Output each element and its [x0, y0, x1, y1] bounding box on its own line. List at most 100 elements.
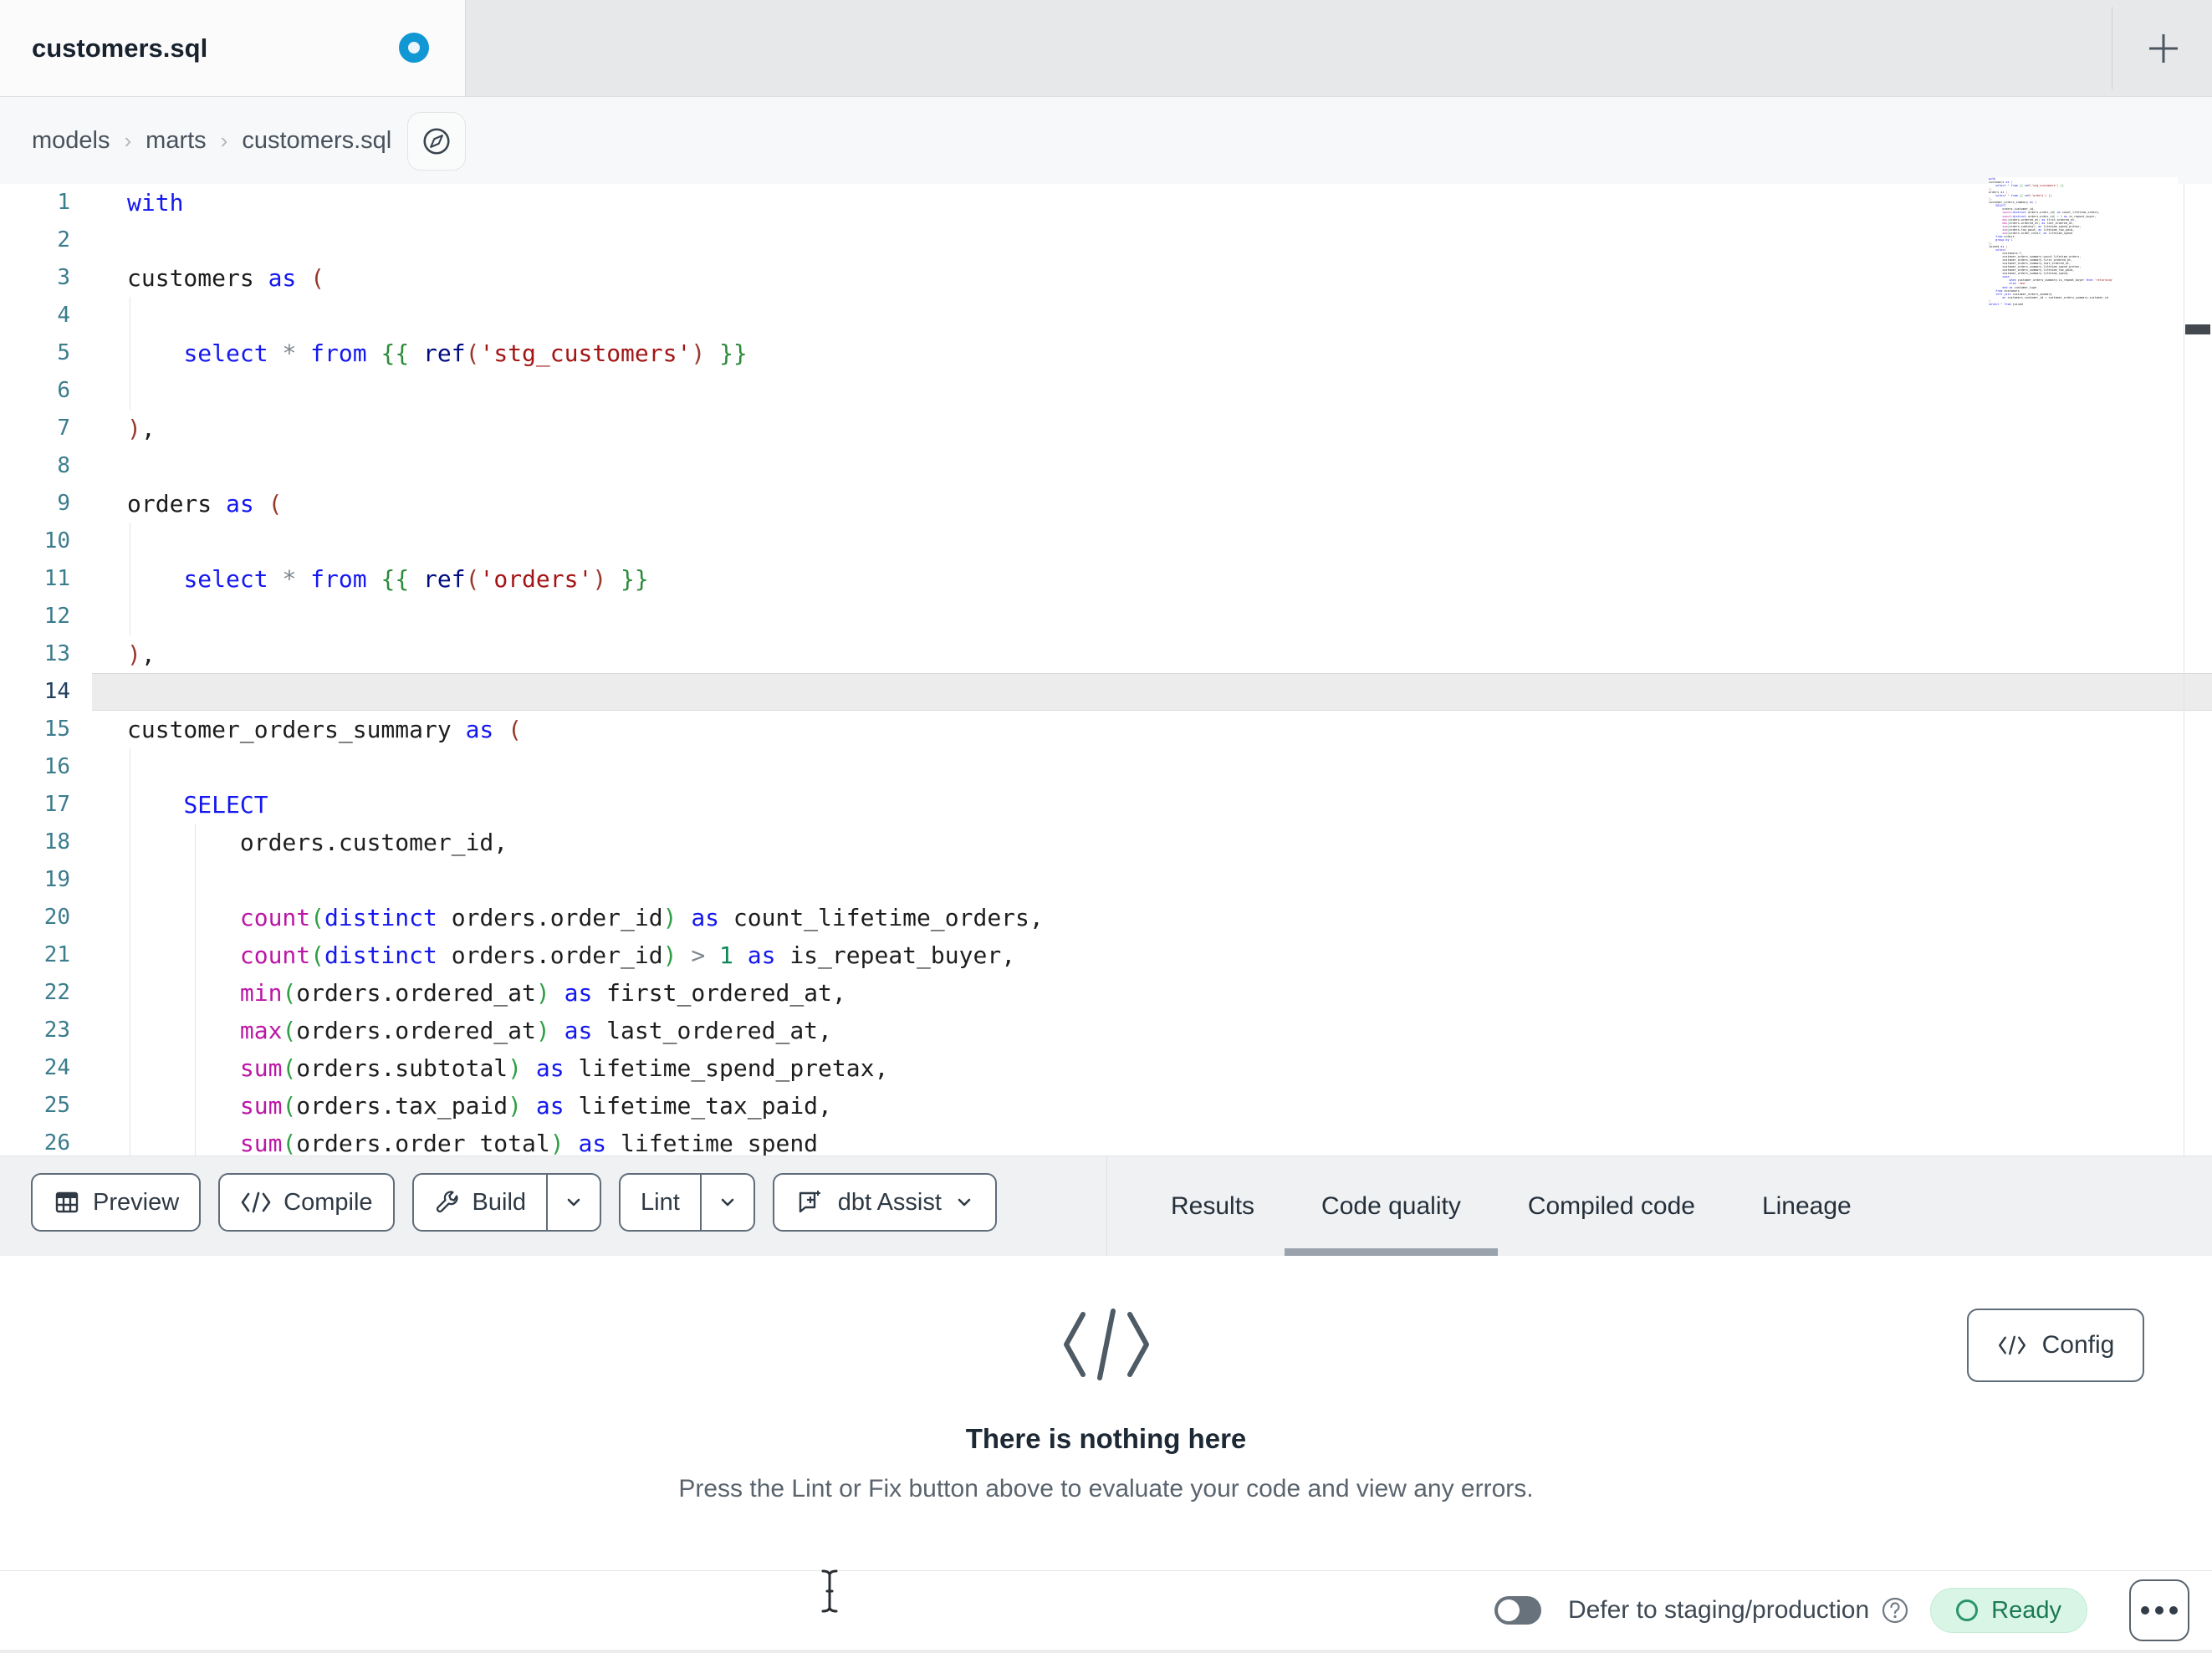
build-split-button: Build [411, 1173, 602, 1232]
line-number: 19 [43, 867, 70, 892]
panel-tabs: Results Code quality Compiled code Linea… [1106, 1156, 2212, 1257]
code-line-26[interactable]: 26 sum(orders.order_total) as lifetime_s… [0, 1125, 2212, 1156]
status-bar: Defer to staging/production Ready [0, 1570, 2212, 1650]
code-icon [1997, 1335, 2027, 1355]
breadcrumb-separator: › [220, 127, 228, 153]
line-number: 6 [57, 378, 70, 403]
tab-lineage[interactable]: Lineage [1762, 1156, 1852, 1257]
code-line-3[interactable]: 3 customers as ( [0, 259, 2212, 297]
line-number: 22 [43, 980, 70, 1005]
code-line-20[interactable]: 20 count(distinct orders.order_id) as co… [0, 899, 2212, 936]
more-options-button[interactable] [2129, 1579, 2189, 1641]
breadcrumb-file[interactable]: customers.sql [242, 127, 391, 155]
line-number: 4 [57, 303, 70, 328]
code-icon [240, 1191, 272, 1213]
minimap-lines: with customers as ( select * from {{ ref(… [1989, 177, 2114, 306]
breadcrumb-row: models › marts › customers.sql Save [0, 97, 2212, 265]
editor-minimap[interactable]: with customers as ( select * from {{ ref(… [1989, 177, 2178, 386]
code-line-1[interactable]: 1 with [0, 184, 2212, 222]
bottom-edge [0, 1650, 2212, 1653]
tab-code-quality[interactable]: Code quality [1285, 1156, 1498, 1257]
code-line-23[interactable]: 23 max(orders.ordered_at) as last_ordere… [0, 1012, 2212, 1049]
line-number: 21 [43, 942, 70, 967]
breadcrumb-models[interactable]: models [32, 127, 110, 155]
code-line-18[interactable]: 18 orders.customer_id, [0, 824, 2212, 861]
code-line-19[interactable]: 19 [0, 861, 2212, 899]
code-line-21[interactable]: 21 count(distinct orders.order_id) > 1 a… [0, 936, 2212, 974]
code-line-8[interactable]: 8 [0, 447, 2212, 485]
code-line-10[interactable]: 10 [0, 523, 2212, 560]
line-number: 2 [57, 227, 70, 253]
line-number: 18 [43, 829, 70, 855]
build-label: Build [472, 1188, 527, 1216]
tab-bar: customers.sql [0, 0, 2212, 97]
compile-button[interactable]: Compile [218, 1173, 395, 1232]
code-line-24[interactable]: 24 sum(orders.subtotal) as lifetime_spen… [0, 1049, 2212, 1087]
code-icon [0, 1306, 2212, 1383]
breadcrumb: models › marts › customers.sql [32, 97, 391, 184]
lint-label: Lint [641, 1188, 680, 1216]
line-number: 23 [43, 1018, 70, 1043]
new-tab-button[interactable] [2138, 23, 2189, 74]
modified-indicator-dot [399, 33, 429, 63]
code-line-7[interactable]: 7), [0, 410, 2212, 447]
defer-toggle[interactable] [1494, 1596, 1541, 1625]
status-circle-icon [1956, 1599, 1979, 1621]
code-line-14[interactable]: 14 [0, 673, 2212, 711]
ready-label: Ready [1991, 1596, 2061, 1624]
code-quality-panel: There is nothing here Press the Lint or … [0, 1256, 2212, 1570]
line-number: 15 [43, 717, 70, 742]
line-number: 17 [43, 792, 70, 817]
lint-split-button: Lint [619, 1173, 755, 1232]
chevron-down-icon [717, 1191, 738, 1213]
code-line-25[interactable]: 25 sum(orders.tax_paid) as lifetime_tax_… [0, 1087, 2212, 1125]
table-icon [53, 1188, 81, 1217]
dbt-assist-button[interactable]: dbt Assist [772, 1173, 997, 1232]
lint-dropdown-toggle[interactable] [699, 1175, 754, 1230]
dbt-assist-label: dbt Assist [837, 1188, 942, 1216]
plus-icon [2144, 29, 2183, 68]
assist-chat-sparkle-icon [794, 1186, 826, 1218]
code-line-4[interactable]: 4 [0, 297, 2212, 334]
code-line-22[interactable]: 22 min(orders.ordered_at) as first_order… [0, 974, 2212, 1012]
breadcrumb-marts[interactable]: marts [146, 127, 207, 155]
preview-label: Preview [93, 1188, 180, 1216]
code-line-6[interactable]: 6 [0, 372, 2212, 410]
code-line-13[interactable]: 13), [0, 635, 2212, 673]
help-icon[interactable] [1881, 1596, 1909, 1625]
tab-compiled-code[interactable]: Compiled code [1528, 1156, 1695, 1257]
compile-label: Compile [284, 1188, 373, 1216]
build-dropdown-toggle[interactable] [546, 1175, 600, 1230]
editor-lines: 1 with 2 3 customers as ( 4 5 select * from {{… [0, 184, 2212, 1156]
code-editor[interactable]: 1 with 2 3 customers as ( 4 5 select * from {{… [0, 184, 2212, 1156]
preview-button[interactable]: Preview [31, 1173, 202, 1232]
code-line-9[interactable]: 9 orders as ( [0, 485, 2212, 523]
tab-results[interactable]: Results [1171, 1156, 1254, 1257]
code-line-16[interactable]: 16 [0, 748, 2212, 786]
line-number: 3 [57, 265, 70, 290]
chevron-down-icon [563, 1191, 585, 1213]
line-number: 25 [43, 1093, 70, 1118]
compass-icon [421, 125, 452, 157]
editor-scrollbar-thumb[interactable] [2185, 324, 2210, 334]
line-number: 9 [57, 491, 70, 516]
line-number: 5 [57, 340, 70, 365]
build-button[interactable]: Build [414, 1175, 547, 1230]
config-button[interactable]: Config [1967, 1309, 2144, 1382]
tab-customers-sql[interactable]: customers.sql [0, 0, 466, 96]
code-line-2[interactable]: 2 [0, 222, 2212, 259]
code-line-15[interactable]: 15 customer_orders_summary as ( [0, 711, 2212, 748]
compass-lineage-button[interactable] [407, 112, 466, 171]
empty-state: There is nothing here Press the Lint or … [0, 1256, 2212, 1503]
line-number: 16 [43, 754, 70, 779]
code-line-12[interactable]: 12 [0, 598, 2212, 635]
empty-state-title: There is nothing here [965, 1423, 1247, 1454]
code-line-11[interactable]: 11 select * from {{ ref('orders') }} [0, 560, 2212, 598]
lint-button[interactable]: Lint [621, 1175, 700, 1230]
line-number: 8 [57, 453, 70, 478]
line-number: 14 [43, 679, 70, 704]
code-line-5[interactable]: 5 select * from {{ ref('stg_customers') … [0, 334, 2212, 372]
line-number: 24 [43, 1055, 70, 1080]
code-line-17[interactable]: 17 SELECT [0, 786, 2212, 824]
line-number: 7 [57, 416, 70, 441]
